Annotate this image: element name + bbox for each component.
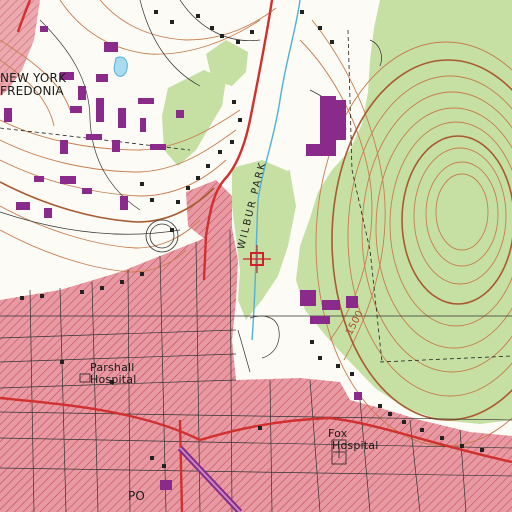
post-office-label: PO: [128, 489, 146, 503]
hospital-2-label-line2: Hospital: [332, 439, 379, 452]
place-label-line1: NEW YORK: [0, 71, 67, 85]
topographic-map[interactable]: NEW YORK FREDONIA WILBUR PARK Parshall H…: [0, 0, 512, 512]
hospital-label-line2: Hospital: [90, 373, 137, 386]
place-label-line2: FREDONIA: [0, 84, 64, 98]
crosshair-marker-icon[interactable]: [0, 0, 512, 512]
